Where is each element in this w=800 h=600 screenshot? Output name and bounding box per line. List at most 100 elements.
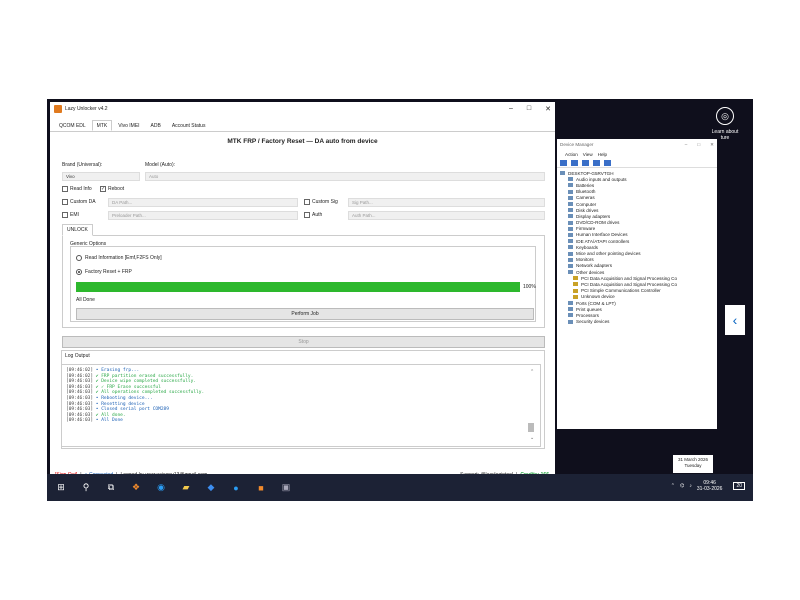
tree-node[interactable]: Security devices [560,319,714,325]
device-manager-taskbar-icon[interactable]: ▣ [280,482,292,494]
dm-titlebar: Device Manager – □ ✕ [557,139,717,150]
file-explorer-icon[interactable]: ▰ [180,482,192,494]
tree-node-label: Unknown device [581,294,615,300]
da-path-input[interactable]: DA Path... [108,198,298,207]
tree-node-label: Network adapters [576,263,613,269]
clock[interactable]: 09:46 31-03-2026 [697,480,723,492]
factory-reset-radio[interactable]: Factory Reset + FRP [76,269,132,275]
device-icon [568,257,573,262]
stop-button[interactable]: Stop [62,336,545,348]
log-line: [09:46:03] • All Done [66,418,536,424]
view-icon[interactable] [593,160,600,166]
model-select[interactable]: Auto [145,172,545,181]
read-info-checkbox[interactable]: Read Info [62,186,92,192]
log-text: • Erasing frp... [93,368,140,373]
device-icon [573,282,578,287]
log-timestamp: [09:46:03] [66,395,94,401]
read-information-radio[interactable]: Read Information [Emf,F2FS Only] [76,255,162,261]
tree-node-label: Mice and other pointing devices [576,251,641,257]
back-icon[interactable] [560,160,567,166]
tree-node-label: Other devices [576,269,605,275]
lazy-unlocker-taskbar-icon[interactable]: ■ [255,482,267,494]
chrome-icon[interactable]: ● [230,482,242,494]
learn-about-picture[interactable]: ◎ Learn about ture [705,107,745,141]
taskbar: ⊞ ⚲ ⧉ ❖ ◉ ▰ ◆ ● ■ ▣ ⌃ ⌬ ♪ 09:46 31-03-20… [47,474,753,501]
dm-maximize-button[interactable]: □ [697,142,700,148]
tab-account-status[interactable]: Account Status [167,120,211,131]
lazy-unlocker-window: Lazy Unlocker v4.2 – □ ✕ QCOM EDL MTK Vi… [50,102,555,481]
reboot-checkbox[interactable]: Reboot [100,186,124,192]
menu-help[interactable]: Help [598,152,607,157]
perform-job-button[interactable]: Perform Job [76,308,534,320]
emi-checkbox[interactable]: EMI [62,212,79,218]
volume-icon[interactable]: ♪ [689,483,692,489]
tree-node-label: Ports (COM & LPT) [576,300,616,306]
log-scrollbar-thumb[interactable] [528,423,534,432]
menu-action[interactable]: Action [565,152,578,157]
minimize-button[interactable]: – [509,105,513,113]
widgets-icon[interactable]: ❖ [130,482,142,494]
log-text: • All Done [93,418,123,424]
factory-reset-label: Factory Reset + FRP [85,269,132,275]
device-tree[interactable]: DESKTOP-G5RVTGH Audio inputs and outputs… [557,168,717,327]
custom-sig-checkbox[interactable]: Custom Sig [304,199,338,205]
clock-date: 31-03-2026 [696,486,723,492]
read-info-label: Read Info [70,186,92,192]
progress-percent: 100% [523,284,536,290]
chevron-up-icon[interactable]: ⌃ [671,483,675,489]
tab-vivo-imei[interactable]: Vivo IMEI [113,120,144,131]
device-icon [568,214,573,219]
dm-minimize-button[interactable]: – [685,142,688,148]
search-icon[interactable]: ⚲ [80,482,92,494]
menu-view[interactable]: View [583,152,593,157]
device-icon [568,177,573,182]
log-timestamp: [09:46:03] [66,418,94,424]
device-icon [568,208,573,213]
task-view-icon[interactable]: ⧉ [105,482,117,494]
log-timestamp: [09:46:03] [66,401,94,407]
tree-node-label: Keyboards [576,244,598,250]
log-timestamp: [09:46:03] [66,407,94,413]
tab-mtk[interactable]: MTK [91,120,113,131]
notification-badge[interactable]: 20 [733,482,745,490]
log-timestamp: [09:46:02] [66,368,94,373]
help-icon[interactable] [582,160,589,166]
checkbox-box [62,199,68,205]
auth-checkbox[interactable]: Auth [304,212,322,218]
log-text: • Closed serial port COM289 [93,407,169,413]
dm-close-button[interactable]: ✕ [710,142,714,148]
log-output[interactable]: [09:46:02] • Erasing frp... [09:46:02] ✔ … [61,364,541,447]
desktop-screen: ◎ Learn about ture ‹ Lazy Unlocker v4.2 … [47,99,753,501]
auth-label: Auth [312,212,323,218]
scroll-up-icon[interactable]: ⌃ [530,369,534,375]
tree-node-label: IDE ATA/ATAPI controllers [576,238,630,244]
properties-icon[interactable] [571,160,578,166]
tab-adb[interactable]: ADB [146,120,166,131]
store-icon[interactable]: ◆ [205,482,217,494]
main-tabs: QCOM EDL MTK Vivo IMEI ADB Account Statu… [50,116,555,132]
custom-da-checkbox[interactable]: Custom DA [62,199,96,205]
device-icon [568,220,573,225]
network-icon[interactable]: ⌬ [680,483,684,489]
monitor-icon[interactable] [604,160,611,166]
preloader-path-input[interactable]: Preloader Path... [108,211,298,220]
scroll-down-icon[interactable]: ⌄ [530,435,534,441]
app-titlebar: Lazy Unlocker v4.2 – □ ✕ [50,102,555,116]
sig-path-input[interactable]: Sig Path... [348,198,545,207]
reboot-label: Reboot [108,186,125,192]
side-panel-toggle[interactable]: ‹ [725,305,745,335]
close-button[interactable]: ✕ [545,105,551,113]
edge-icon[interactable]: ◉ [155,482,167,494]
log-text: ✔ FRP partition erased successfully. [93,373,194,379]
read-information-label: Read Information [Emf,F2FS Only] [85,255,162,261]
maximize-button[interactable]: □ [527,105,531,113]
device-icon [568,183,573,188]
tree-node-label: Cameras [576,195,595,201]
brand-select[interactable]: Vivo [62,172,140,181]
windows-start-icon[interactable]: ⊞ [55,482,67,494]
auth-path-input[interactable]: Auth Path... [348,211,545,220]
tab-qcom-edl[interactable]: QCOM EDL [54,120,91,131]
tab-unlock[interactable]: UNLOCK [62,224,93,236]
emi-label: EMI [70,212,79,218]
tree-node-label: Audio inputs and outputs [576,176,627,182]
